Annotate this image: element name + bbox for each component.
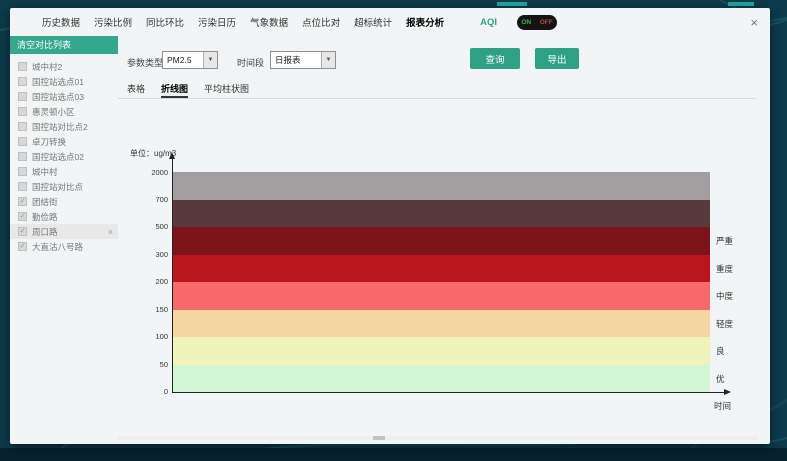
remove-station-icon[interactable]: ×	[108, 227, 113, 237]
aqi-band-plot	[172, 172, 710, 392]
station-row[interactable]: 国控站对比点2	[10, 119, 118, 134]
y-tick: 200	[134, 277, 168, 286]
band-label-moderate: 中度	[716, 290, 733, 302]
nav-item-pollution-calendar[interactable]: 污染日历	[198, 15, 236, 29]
x-axis-label: 时间	[714, 400, 731, 412]
aqi-band-500-700	[172, 200, 710, 228]
y-tick: 300	[134, 250, 168, 259]
y-tick: 150	[134, 305, 168, 314]
param-type-label: 参数类型	[127, 56, 163, 69]
nav-item-site-compare[interactable]: 点位比对	[302, 15, 340, 29]
aqi-on-off-toggle[interactable]: ON OFF	[517, 15, 557, 30]
aqi-band-moderate	[172, 282, 710, 310]
period-select[interactable]: 日报表 ▼	[270, 51, 336, 69]
y-tick: 500	[134, 222, 168, 231]
checkbox-icon[interactable]	[18, 152, 27, 161]
station-row[interactable]: 卓刀转换	[10, 134, 118, 149]
station-row[interactable]: 城中村	[10, 164, 118, 179]
station-row[interactable]: 国控站选点03	[10, 89, 118, 104]
x-axis-line	[172, 392, 724, 393]
checkbox-icon[interactable]	[18, 137, 27, 146]
period-value: 日报表	[271, 52, 321, 68]
station-row[interactable]: 惠灵顿小区	[10, 104, 118, 119]
tab-table[interactable]: 表格	[127, 82, 145, 98]
nav-item-report-analysis[interactable]: 报表分析	[406, 15, 444, 29]
aqi-band-heavy	[172, 255, 710, 283]
y-tick: 100	[134, 332, 168, 341]
aqi-band-700-2000	[172, 172, 710, 200]
station-list: 城中村2 国控站选点01 国控站选点03 惠灵顿小区 国控站对比点2 卓刀转换	[10, 59, 118, 254]
band-label-good: 良	[716, 345, 725, 357]
aqi-band-good	[172, 337, 710, 365]
nav-item-pollution-ratio[interactable]: 污染比例	[94, 15, 132, 29]
station-row[interactable]: 城中村2	[10, 59, 118, 74]
station-row[interactable]: 国控站选点01	[10, 74, 118, 89]
chart-tabs: 表格 折线图 平均柱状图	[118, 82, 756, 99]
query-button[interactable]: 查询	[470, 48, 520, 69]
station-sidebar: 清空对比列表 城中村2 国控站选点01 国控站选点03 惠灵顿小区 国控站对比点…	[10, 36, 118, 426]
tab-line-chart[interactable]: 折线图	[161, 82, 188, 98]
checkbox-icon[interactable]	[18, 92, 27, 101]
checkbox-checked-icon[interactable]: ✓	[18, 227, 27, 236]
aqi-band-excellent	[172, 365, 710, 393]
nav-item-yoy-mom[interactable]: 同比环比	[146, 15, 184, 29]
aqi-band-light	[172, 310, 710, 338]
chevron-down-icon: ▼	[321, 52, 335, 68]
aqi-band-severe	[172, 227, 710, 255]
y-tick: 700	[134, 195, 168, 204]
horizontal-scrollbar-thumb[interactable]	[373, 436, 385, 440]
y-tick: 0	[134, 387, 168, 396]
app-window: 历史数据 污染比例 同比环比 污染日历 气象数据 点位比对 超标统计 报表分析 …	[10, 8, 770, 444]
checkbox-icon[interactable]	[18, 167, 27, 176]
station-row[interactable]: ✓ 勤俭路	[10, 209, 118, 224]
export-button[interactable]: 导出	[535, 48, 579, 69]
y-tick: 2000	[134, 168, 168, 177]
station-row[interactable]: ✓ 团结街	[10, 194, 118, 209]
band-label-excellent: 优	[716, 373, 725, 385]
y-axis-line	[172, 159, 173, 392]
checkbox-icon[interactable]	[18, 182, 27, 191]
nav-item-weather-data[interactable]: 气象数据	[250, 15, 288, 29]
checkbox-icon[interactable]	[18, 107, 27, 116]
y-axis-arrow-icon	[169, 152, 175, 159]
station-row-highlighted[interactable]: ✓ 周口路 ×	[10, 224, 118, 239]
station-row[interactable]: 国控站对比点	[10, 179, 118, 194]
tab-avg-bar-chart[interactable]: 平均柱状图	[204, 82, 249, 98]
band-label-light: 轻度	[716, 318, 733, 330]
checkbox-icon[interactable]	[18, 122, 27, 131]
aqi-label: AQI	[480, 17, 497, 28]
nav-item-history-data[interactable]: 历史数据	[42, 15, 80, 29]
band-label-severe: 严重	[716, 235, 733, 247]
map-water-strip	[0, 448, 787, 461]
station-row[interactable]: ✓ 大直沽八号路	[10, 239, 118, 254]
checkbox-checked-icon[interactable]: ✓	[18, 242, 27, 251]
band-label-heavy: 重度	[716, 263, 733, 275]
toggle-on-label: ON	[521, 19, 531, 26]
toggle-off-label: OFF	[540, 19, 553, 26]
nav-item-exceedance-stats[interactable]: 超标统计	[354, 15, 392, 29]
checkbox-icon[interactable]	[18, 77, 27, 86]
close-icon[interactable]: ×	[750, 16, 758, 29]
y-tick: 50	[134, 360, 168, 369]
checkbox-icon[interactable]	[18, 62, 27, 71]
x-axis-arrow-icon	[724, 389, 731, 395]
horizontal-scrollbar[interactable]	[118, 436, 758, 440]
period-label: 时间段	[237, 56, 264, 69]
param-type-value: PM2.5	[163, 52, 203, 68]
checkbox-checked-icon[interactable]: ✓	[18, 212, 27, 221]
top-nav: 历史数据 污染比例 同比环比 污染日历 气象数据 点位比对 超标统计 报表分析 …	[10, 8, 770, 36]
station-row[interactable]: 国控站选点02	[10, 149, 118, 164]
chevron-down-icon: ▼	[203, 52, 217, 68]
clear-compare-list-button[interactable]: 清空对比列表	[10, 36, 118, 54]
param-type-select[interactable]: PM2.5 ▼	[162, 51, 218, 69]
checkbox-checked-icon[interactable]: ✓	[18, 197, 27, 206]
